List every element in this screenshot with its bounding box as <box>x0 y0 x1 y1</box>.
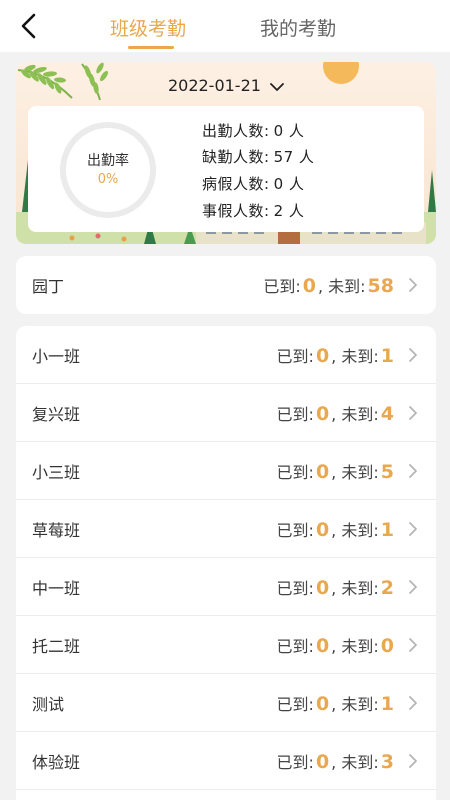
row-counts: 已到: 0, 未到: 4 <box>276 403 394 425</box>
chevron-right-icon <box>409 638 417 652</box>
gardener-attendance-row[interactable]: 园丁 已到: 0, 未到: 58 <box>16 256 436 314</box>
chevron-right-icon <box>409 406 417 420</box>
absent-count: 4 <box>380 403 394 425</box>
row-counts: 已到: 0, 未到: 1 <box>276 519 394 541</box>
class-name: 草莓班 <box>32 521 81 540</box>
class-row[interactable]: 测试 已到: 0, 未到: 1 <box>16 674 436 732</box>
row-counts: 已到: 0, 未到: 1 <box>276 693 394 715</box>
class-attendance-list: 小一班 已到: 0, 未到: 1 复兴班 已到: 0, 未到: 4 小三班 已到: 0, … <box>16 326 436 800</box>
chevron-down-icon <box>270 82 284 91</box>
absent-count: 2 <box>380 577 394 599</box>
top-nav-bar: 班级考勤 我的考勤 <box>0 0 450 52</box>
attendance-rate-value: 0% <box>97 172 119 187</box>
class-name: 测试 <box>32 695 65 714</box>
row-counts: 已到: 0, 未到: 5 <box>276 461 394 483</box>
absent-count: 1 <box>380 519 394 541</box>
arrived-count: 0 <box>315 635 330 657</box>
arrived-count: 0 <box>315 461 330 483</box>
absent-count: 0 <box>380 635 394 657</box>
class-name: 小三班 <box>32 463 81 482</box>
chevron-right-icon <box>409 522 417 536</box>
chevron-right-icon <box>409 348 417 362</box>
attendance-summary-banner: 2022-01-21 出勤率 0% 出勤人数: 0 人 缺勤人数: 57 人 病假人… <box>16 62 436 244</box>
selected-date: 2022-01-21 <box>167 76 261 95</box>
class-name: 复兴班 <box>32 405 81 424</box>
arrived-count: 0 <box>315 693 330 715</box>
class-row[interactable]: 复兴班 已到: 0, 未到: 4 <box>16 384 436 442</box>
arrived-count: 0 <box>315 751 330 773</box>
arrived-count: 0 <box>315 403 330 425</box>
class-row[interactable]: 体验班 已到: 0, 未到: 3 <box>16 732 436 790</box>
chevron-right-icon <box>409 580 417 594</box>
tab-class-attendance[interactable]: 班级考勤 <box>110 14 186 41</box>
chevron-right-icon <box>409 754 417 768</box>
chevron-right-icon <box>409 696 417 710</box>
row-counts: 已到: 0, 未到: 1 <box>276 345 394 367</box>
absent-count: 3 <box>380 751 394 773</box>
tab-my-attendance[interactable]: 我的考勤 <box>260 14 336 41</box>
arrived-count: 0 <box>315 345 330 367</box>
class-name: 中一班 <box>32 579 81 598</box>
row-counts: 已到: 0, 未到: 3 <box>276 751 394 773</box>
class-row[interactable]: 中一班 已到: 0, 未到: 2 <box>16 558 436 616</box>
class-name: 体验班 <box>32 753 81 772</box>
stat-present: 出勤人数: 0 人 <box>202 122 305 140</box>
chevron-left-icon <box>21 13 36 39</box>
chevron-right-icon <box>409 464 417 478</box>
absent-count: 58 <box>367 275 394 297</box>
active-tab-indicator <box>128 46 174 49</box>
class-row[interactable]: 小一班 已到: 0, 未到: 1 <box>16 326 436 384</box>
attendance-rate-label: 出勤率 <box>87 153 129 169</box>
arrived-count: 0 <box>302 275 316 297</box>
attendance-stats-card: 出勤率 0% 出勤人数: 0 人 缺勤人数: 57 人 病假人数: 0 人 事假人数:… <box>28 106 424 232</box>
class-row[interactable]: 草莓班 已到: 0, 未到: 1 <box>16 500 436 558</box>
back-button[interactable] <box>14 12 42 40</box>
row-counts: 已到: 0, 未到: 2 <box>276 577 394 599</box>
row-counts: 已到: 0, 未到: 58 <box>263 275 394 297</box>
absent-count: 5 <box>380 461 394 483</box>
absent-count: 1 <box>380 345 394 367</box>
class-name: 小一班 <box>32 347 81 366</box>
arrived-count: 0 <box>315 577 330 599</box>
absent-count: 1 <box>380 693 394 715</box>
class-name: 托二班 <box>32 637 81 656</box>
stat-personal-leave: 事假人数: 2 人 <box>202 202 305 220</box>
class-row[interactable]: 托二班 已到: 0, 未到: 0 <box>16 616 436 674</box>
chevron-right-icon <box>409 278 417 292</box>
row-name: 园丁 <box>32 277 65 296</box>
row-counts: 已到: 0, 未到: 0 <box>276 635 394 657</box>
stat-sick-leave: 病假人数: 0 人 <box>202 175 305 193</box>
stat-absent: 缺勤人数: 57 人 <box>202 148 315 166</box>
arrived-count: 0 <box>315 519 330 541</box>
attendance-rate-ring <box>60 122 156 218</box>
date-picker[interactable]: 2022-01-21 <box>16 76 436 95</box>
class-row[interactable]: 小三班 已到: 0, 未到: 5 <box>16 442 436 500</box>
